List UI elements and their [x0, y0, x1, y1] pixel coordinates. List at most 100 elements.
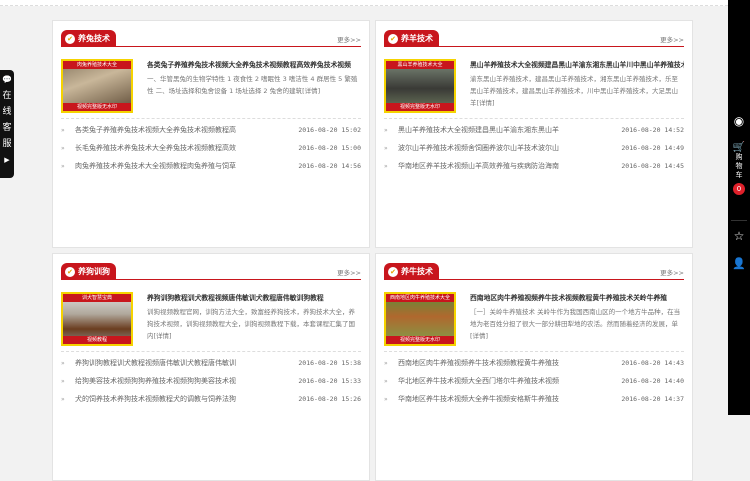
item-date: 2016-08-20 15:38	[298, 359, 361, 367]
cart-icon: 🛒	[732, 142, 746, 153]
article-list: » 黑山羊养殖技术大全视频建昌黑山羊渝东湘东黑山羊 2016-08-20 14:52…	[384, 121, 684, 175]
feature-thumbnail[interactable]: 肉兔养殖技术大全 视频完整版无水印	[61, 59, 133, 113]
divider	[731, 220, 747, 221]
service-char: 在	[2, 91, 12, 101]
bullet-icon: »	[384, 395, 388, 403]
feature-description: ［一］关岭牛养殖技术 关岭牛作为我国西南山区的一个地方牛品种，在当地为老百姓分担…	[470, 306, 684, 342]
panel-header: ✔ 养羊技术 更多>>	[384, 30, 684, 47]
bullet-icon: »	[384, 359, 388, 367]
list-item[interactable]: » 养狗训狗教程训犬教程视频唐伟敏训犬教程唐伟敏训 2016-08-20 15:38	[61, 354, 361, 372]
feature-title-link[interactable]: 黑山羊养殖技术大全视频建昌黑山羊渝东湘东黑山羊川中黑山羊养殖技术视频	[470, 59, 684, 69]
bullet-icon: »	[61, 359, 65, 367]
more-link[interactable]: 更多>>	[337, 267, 361, 277]
bullet-icon: »	[61, 377, 65, 385]
feature-title-link[interactable]: 养狗训狗教程训犬教程视频唐伟敏训犬教程唐伟敏训狗教程	[147, 292, 361, 302]
panel-title-tab: ✔ 养狗训狗	[61, 263, 116, 280]
feature-desc-text: 渝东黑山羊养殖技术，建昌黑山羊养殖技术，湘东黑山羊养殖技术，乐至黑山羊养殖技术，…	[470, 75, 678, 107]
bullet-icon: »	[61, 144, 65, 152]
list-item[interactable]: » 波尔山羊养殖技术视频舍饲圈养波尔山羊技术波尔山 2016-08-20 14:49	[384, 139, 684, 157]
favorites-star-icon[interactable]: ☆	[728, 229, 750, 243]
cart-label: 物	[735, 162, 743, 170]
divider	[61, 118, 361, 119]
online-service-button[interactable]: 💬 在 线 客 服 ▶	[0, 70, 14, 178]
bullet-icon: »	[61, 126, 65, 134]
bullet-icon: »	[384, 144, 388, 152]
feature-thumbnail[interactable]: 西南地区肉牛养殖技术大全 视频完整版无水印	[384, 292, 456, 346]
item-date: 2016-08-20 14:45	[621, 162, 684, 170]
category-panel: ✔ 养牛技术 更多>> 西南地区肉牛养殖技术大全 视频完整版无水印 西南地区肉牛养…	[375, 253, 693, 481]
feature-thumbnail[interactable]: 训犬智慧宝典 视频教程	[61, 292, 133, 346]
cart-label: 车	[735, 171, 743, 179]
item-date: 2016-08-20 15:26	[298, 395, 361, 403]
feature-title-link[interactable]: 各类兔子养殖养兔技术视频大全养兔技术视频教程高效养兔技术视频	[147, 59, 361, 69]
right-toolbar: ◉ 🛒 购 物 车 0 ☆ 👤	[728, 0, 750, 415]
category-panel: ✔ 养羊技术 更多>> 黑山羊养殖技术大全 视频完整版无水印 黑山羊养殖技术大全视…	[375, 20, 693, 248]
item-title-link[interactable]: 黑山羊养殖技术大全视频建昌黑山羊渝东湘东黑山羊	[398, 125, 621, 135]
article-list: » 养狗训狗教程训犬教程视频唐伟敏训犬教程唐伟敏训 2016-08-20 15:38…	[61, 354, 361, 408]
item-title-link[interactable]: 华南地区养牛技术视频大全养牛视频安格斯牛养殖技	[398, 394, 621, 404]
detail-link[interactable]: [详情]	[470, 332, 488, 340]
feature-description: 渝东黑山羊养殖技术，建昌黑山羊养殖技术，湘东黑山羊养殖技术，乐至黑山羊养殖技术，…	[470, 73, 684, 109]
list-item[interactable]: » 给狗美容技术视频狗狗养殖技术视频狗狗美容技术视 2016-08-20 15:33	[61, 372, 361, 390]
list-item[interactable]: » 犬的饲养技术养狗技术视频教程犬的调教与饲养法狗 2016-08-20 15:26	[61, 390, 361, 408]
expand-arrow-icon: ▶	[4, 156, 10, 164]
item-date: 2016-08-20 14:56	[298, 162, 361, 170]
divider	[384, 351, 684, 352]
list-item[interactable]: » 华南地区养牛技术视频大全养牛视频安格斯牛养殖技 2016-08-20 14:37	[384, 390, 684, 408]
list-item[interactable]: » 华北地区养牛技术视频大全西门塔尔牛养殖技术视频 2016-08-20 14:40	[384, 372, 684, 390]
more-link[interactable]: 更多>>	[337, 34, 361, 44]
list-item[interactable]: » 肉兔养殖技术养兔技术大全视频教程肉兔养殖与饲草 2016-08-20 14:56	[61, 157, 361, 175]
account-icon[interactable]: 👤	[728, 257, 750, 270]
more-link[interactable]: 更多>>	[660, 34, 684, 44]
check-icon: ✔	[65, 33, 75, 44]
list-item[interactable]: » 西南地区肉牛养殖视频养牛技术视频教程黄牛养殖技 2016-08-20 14:43	[384, 354, 684, 372]
feature-title-link[interactable]: 西南地区肉牛养殖视频养牛技术视频教程黄牛养殖技术关岭牛养殖	[470, 292, 684, 302]
panel-title-tab: ✔ 养兔技术	[61, 30, 116, 47]
list-item[interactable]: » 长毛兔养殖技术养兔技术大全养兔技术视频教程高效 2016-08-20 15:00	[61, 139, 361, 157]
item-date: 2016-08-20 15:33	[298, 377, 361, 385]
item-title-link[interactable]: 各类兔子养殖养兔技术视频大全养兔技术视频教程高	[75, 125, 298, 135]
category-panel: ✔ 养兔技术 更多>> 肉兔养殖技术大全 视频完整版无水印 各类兔子养殖养兔技术视…	[52, 20, 370, 248]
cart-button[interactable]: 🛒 购 物 车 0	[728, 142, 750, 195]
feature-thumbnail[interactable]: 黑山羊养殖技术大全 视频完整版无水印	[384, 59, 456, 113]
item-title-link[interactable]: 给狗美容技术视频狗狗养殖技术视频狗狗美容技术视	[75, 376, 298, 386]
top-border	[0, 0, 728, 6]
item-date: 2016-08-20 14:52	[621, 126, 684, 134]
bullet-icon: »	[384, 162, 388, 170]
thumbnail-caption: 训犬智慧宝典	[63, 294, 131, 302]
thumbnail-caption: 视频完整版无水印	[63, 103, 131, 111]
item-title-link[interactable]: 西南地区肉牛养殖视频养牛技术视频教程黄牛养殖技	[398, 358, 621, 368]
item-title-link[interactable]: 华南地区养羊技术视频山羊高效养殖与疾病防治海南	[398, 161, 621, 171]
panel-title: 养羊技术	[401, 34, 433, 43]
detail-link[interactable]: [详情]	[477, 99, 495, 107]
item-title-link[interactable]: 华北地区养牛技术视频大全西门塔尔牛养殖技术视频	[398, 376, 621, 386]
bullet-icon: »	[384, 126, 388, 134]
feature-description: 一、华管黑兔的生物学特性 1 夜食性 2 嗜眠性 3 嗜洁性 4 群居性 5 繁…	[147, 73, 361, 97]
service-char: 线	[2, 107, 12, 117]
article-list: » 西南地区肉牛养殖视频养牛技术视频教程黄牛养殖技 2016-08-20 14:43…	[384, 354, 684, 408]
item-title-link[interactable]: 养狗训狗教程训犬教程视频唐伟敏训犬教程唐伟敏训	[75, 358, 298, 368]
cart-label: 购	[735, 153, 743, 161]
item-date: 2016-08-20 14:37	[621, 395, 684, 403]
more-link[interactable]: 更多>>	[660, 267, 684, 277]
detail-link[interactable]: [详情]	[302, 87, 320, 95]
detail-link[interactable]: [详情]	[154, 332, 172, 340]
panel-title-tab: ✔ 养羊技术	[384, 30, 439, 47]
panel-header: ✔ 养牛技术 更多>>	[384, 263, 684, 280]
list-item[interactable]: » 黑山羊养殖技术大全视频建昌黑山羊渝东湘东黑山羊 2016-08-20 14:52	[384, 121, 684, 139]
feature-description: 训狗视频教程官网，训狗方法大全，致富经养狗技术，养狗技术大全，养狗技术视频，训狗…	[147, 306, 361, 342]
check-icon: ✔	[388, 266, 398, 277]
item-date: 2016-08-20 14:43	[621, 359, 684, 367]
item-title-link[interactable]: 波尔山羊养殖技术视频舍饲圈养波尔山羊技术波尔山	[398, 143, 621, 153]
cart-count-badge: 0	[733, 183, 745, 195]
panel-title: 养牛技术	[401, 267, 433, 276]
list-item[interactable]: » 各类兔子养殖养兔技术视频大全养兔技术视频教程高 2016-08-20 15:02	[61, 121, 361, 139]
user-icon[interactable]: ◉	[728, 114, 750, 128]
item-title-link[interactable]: 长毛兔养殖技术养兔技术大全养兔技术视频教程高效	[75, 143, 298, 153]
feature-desc-text: ［一］关岭牛养殖技术 关岭牛作为我国西南山区的一个地方牛品种，在当地为老百姓分担…	[470, 308, 681, 328]
item-title-link[interactable]: 肉兔养殖技术养兔技术大全视频教程肉兔养殖与饲草	[75, 161, 298, 171]
list-item[interactable]: » 华南地区养羊技术视频山羊高效养殖与疾病防治海南 2016-08-20 14:45	[384, 157, 684, 175]
divider	[61, 351, 361, 352]
item-title-link[interactable]: 犬的饲养技术养狗技术视频教程犬的调教与饲养法狗	[75, 394, 298, 404]
bullet-icon: »	[384, 377, 388, 385]
